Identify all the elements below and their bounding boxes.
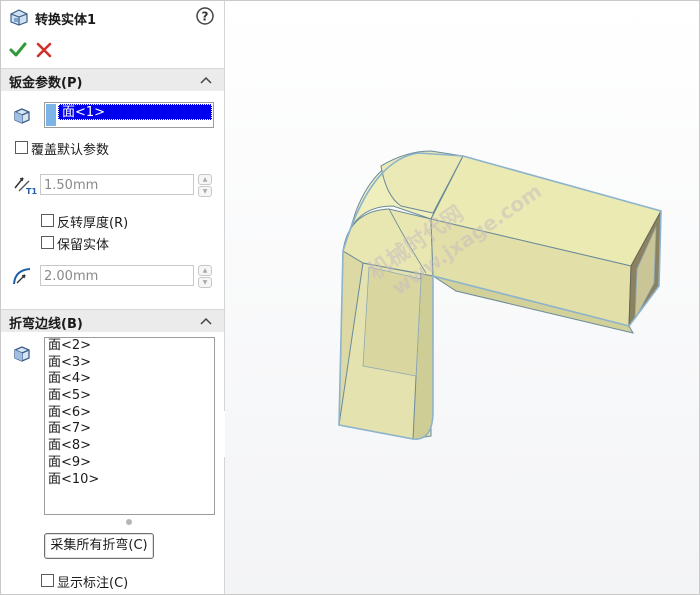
- list-item[interactable]: 面<7>: [45, 421, 214, 438]
- bend-edges-list[interactable]: 面<2> 面<3> 面<4> 面<5> 面<6> 面<7> 面<8> 面<9> …: [44, 337, 215, 515]
- override-default-label: 覆盖默认参数: [31, 143, 110, 158]
- show-callouts-checkbox[interactable]: [41, 574, 54, 587]
- list-item[interactable]: 面<5>: [45, 388, 214, 405]
- list-resize-handle[interactable]: [126, 519, 132, 525]
- bend-edges-icon: [13, 345, 31, 363]
- thickness-input[interactable]: 1.50mm: [40, 174, 194, 195]
- bend-edges-header[interactable]: 折弯边线(B): [1, 309, 224, 332]
- collect-all-bends-button[interactable]: 采集所有折弯(C): [44, 533, 154, 559]
- bend-radius-icon: [11, 264, 35, 286]
- list-item[interactable]: 面<8>: [45, 438, 214, 455]
- collapse-icon[interactable]: [200, 311, 212, 334]
- bend-radius-spinner[interactable]: ▲ ▼: [198, 265, 212, 288]
- list-item[interactable]: 面<10>: [45, 472, 214, 489]
- feature-icon: [9, 8, 29, 26]
- panel-title: 转换实体1: [35, 13, 97, 28]
- fixed-face-selected-item[interactable]: 面<1>: [58, 104, 212, 120]
- keep-body-checkbox[interactable]: [41, 236, 54, 249]
- fixed-face-selection-box[interactable]: 面<1>: [44, 102, 214, 128]
- ok-button[interactable]: [9, 41, 27, 59]
- list-item[interactable]: 面<4>: [45, 371, 214, 388]
- section-title: 折弯边线(B): [9, 317, 83, 332]
- bend-radius-input[interactable]: 2.00mm: [40, 265, 194, 286]
- override-default-checkbox[interactable]: [15, 141, 28, 154]
- check-icon: [9, 42, 27, 57]
- list-item[interactable]: 面<9>: [45, 455, 214, 472]
- svg-text:T1: T1: [26, 187, 37, 196]
- svg-text:?: ?: [202, 10, 209, 24]
- keep-body-label: 保留实体: [57, 238, 110, 253]
- reverse-thickness-label: 反转厚度(R): [57, 216, 129, 231]
- list-item[interactable]: 面<2>: [45, 338, 214, 355]
- sheet-metal-params-header[interactable]: 钣金参数(P): [1, 68, 224, 91]
- thickness-icon: T1: [11, 174, 37, 196]
- reverse-thickness-checkbox[interactable]: [41, 214, 54, 227]
- collapse-icon[interactable]: [200, 70, 212, 93]
- help-icon[interactable]: ?: [196, 7, 214, 25]
- sheet-metal-3d-model[interactable]: [225, 1, 699, 594]
- graphics-viewport[interactable]: 机械时代网 www.jxage.com: [225, 1, 699, 594]
- section-title: 钣金参数(P): [9, 76, 83, 91]
- cancel-button[interactable]: [35, 41, 53, 59]
- fixed-face-value: 面<1>: [62, 105, 106, 120]
- show-callouts-label: 显示标注(C): [57, 576, 129, 591]
- property-manager-panel: 转换实体1 ? 钣金参数(P) 面<1> 覆盖默认参数 T1 1.50mm ▲ …: [1, 1, 225, 594]
- collect-all-bends-label: 采集所有折弯(C): [50, 538, 148, 553]
- close-icon: [36, 42, 52, 58]
- list-item[interactable]: 面<6>: [45, 405, 214, 422]
- fixed-face-icon: [13, 107, 31, 125]
- thickness-spinner[interactable]: ▲ ▼: [198, 174, 212, 197]
- fixed-face-selection-strip: [46, 104, 56, 126]
- list-item[interactable]: 面<3>: [45, 355, 214, 372]
